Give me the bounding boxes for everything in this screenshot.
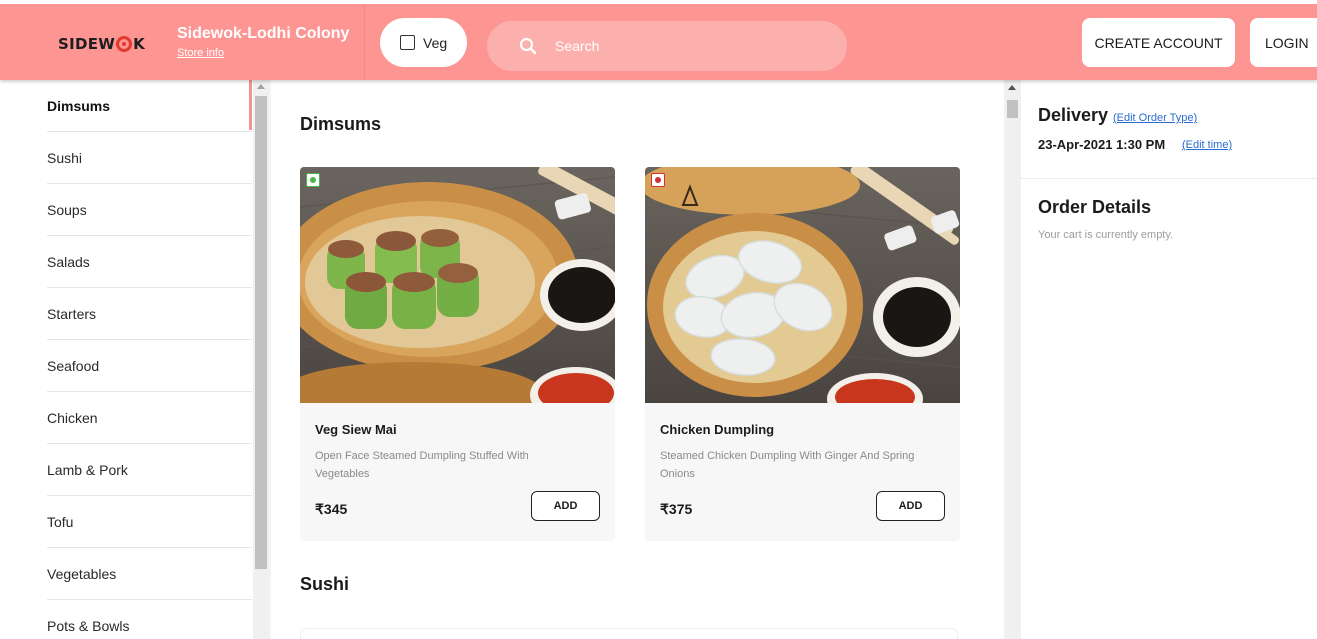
order-details-title: Order Details — [1038, 197, 1152, 217]
delivery-time: 23-Apr-2021 1:30 PM — [1038, 137, 1166, 152]
sidebar-item-starters[interactable]: Starters — [47, 288, 252, 340]
wok-ring-icon — [116, 36, 133, 52]
veg-indicator-icon — [306, 173, 320, 187]
create-account-button[interactable]: CREATE ACCOUNT — [1082, 18, 1235, 67]
header-divider — [364, 4, 365, 80]
menu-scroll-thumb[interactable] — [1007, 100, 1018, 118]
order-panel: Delivery (Edit Order Type) 23-Apr-2021 1… — [1021, 80, 1317, 639]
sidebar-item-soups[interactable]: Soups — [47, 184, 252, 236]
search-bar[interactable] — [487, 21, 847, 71]
section-title-dimsums: Dimsums — [300, 114, 382, 134]
search-input[interactable] — [555, 38, 815, 54]
sidebar-item-dimsums[interactable]: Dimsums — [47, 80, 252, 132]
category-sidebar: Dimsums Sushi Soups Salads Starters Seaf… — [0, 80, 253, 639]
login-button[interactable]: LOGIN — [1250, 18, 1317, 67]
sidebar-item-seafood[interactable]: Seafood — [47, 340, 252, 392]
store-name: Sidewok-Lodhi Colony — [177, 25, 350, 42]
menu-item-name: Chicken Dumpling — [660, 422, 775, 437]
menu-item-card — [300, 628, 958, 639]
sidebar-item-sushi[interactable]: Sushi — [47, 132, 252, 184]
menu-item-price: ₹345 — [315, 501, 348, 517]
menu-item-card: Veg Siew Mai Open Face Steamed Dumpling … — [300, 167, 615, 541]
sidebar-item-vegetables[interactable]: Vegetables — [47, 548, 252, 600]
scroll-up-arrow-icon[interactable] — [1008, 85, 1016, 90]
veg-filter-toggle[interactable]: Veg — [380, 18, 467, 67]
menu-scrollbar[interactable] — [1004, 80, 1021, 639]
sidebar-item-lamb-pork[interactable]: Lamb & Pork — [47, 444, 252, 496]
menu-content: Dimsums Veg Siew Mai Open Face Steamed D… — [271, 80, 1004, 639]
menu-item-price: ₹375 — [660, 501, 693, 517]
menu-item-card: Chicken Dumpling Steamed Chicken Dumplin… — [645, 167, 960, 541]
logo-text-start: SIDEW — [58, 35, 116, 53]
menu-item-name: Veg Siew Mai — [315, 422, 397, 437]
store-info-link[interactable]: Store info — [177, 47, 224, 59]
sidewok-logo[interactable]: SIDEW K — [58, 34, 145, 54]
add-to-cart-button[interactable]: ADD — [876, 491, 945, 521]
menu-item-description: Steamed Chicken Dumpling With Ginger And… — [660, 450, 915, 480]
delivery-title: Delivery — [1038, 105, 1109, 125]
veg-filter-label: Veg — [423, 34, 448, 51]
non-veg-indicator-icon — [651, 173, 665, 187]
section-title-sushi: Sushi — [300, 574, 350, 594]
logo-text-end: K — [133, 35, 146, 53]
sidebar-item-tofu[interactable]: Tofu — [47, 496, 252, 548]
sidebar-item-chicken[interactable]: Chicken — [47, 392, 252, 444]
add-to-cart-button[interactable]: ADD — [531, 491, 600, 521]
sidebar-item-pots-bowls[interactable]: Pots & Bowls — [47, 600, 252, 639]
sidebar-scrollbar[interactable] — [253, 80, 269, 639]
active-category-indicator — [249, 80, 252, 130]
search-icon — [519, 37, 537, 55]
menu-item-description: Open Face Steamed Dumpling Stuffed With … — [315, 450, 529, 480]
chicken-dumpling-image — [645, 167, 960, 403]
checkbox-icon[interactable] — [400, 35, 415, 50]
edit-order-type-link[interactable]: (Edit Order Type) — [1113, 112, 1197, 124]
scroll-up-arrow-icon[interactable] — [257, 84, 265, 89]
veg-siew-mai-image — [300, 167, 615, 403]
cart-empty-message: Your cart is currently empty. — [1038, 229, 1174, 241]
top-header: SIDEW K Sidewok-Lodhi Colony Store info … — [0, 4, 1317, 80]
sidebar-item-salads[interactable]: Salads — [47, 236, 252, 288]
sidebar-scroll-thumb[interactable] — [255, 96, 267, 569]
panel-divider — [1021, 178, 1317, 179]
edit-time-link[interactable]: (Edit time) — [1182, 139, 1232, 151]
